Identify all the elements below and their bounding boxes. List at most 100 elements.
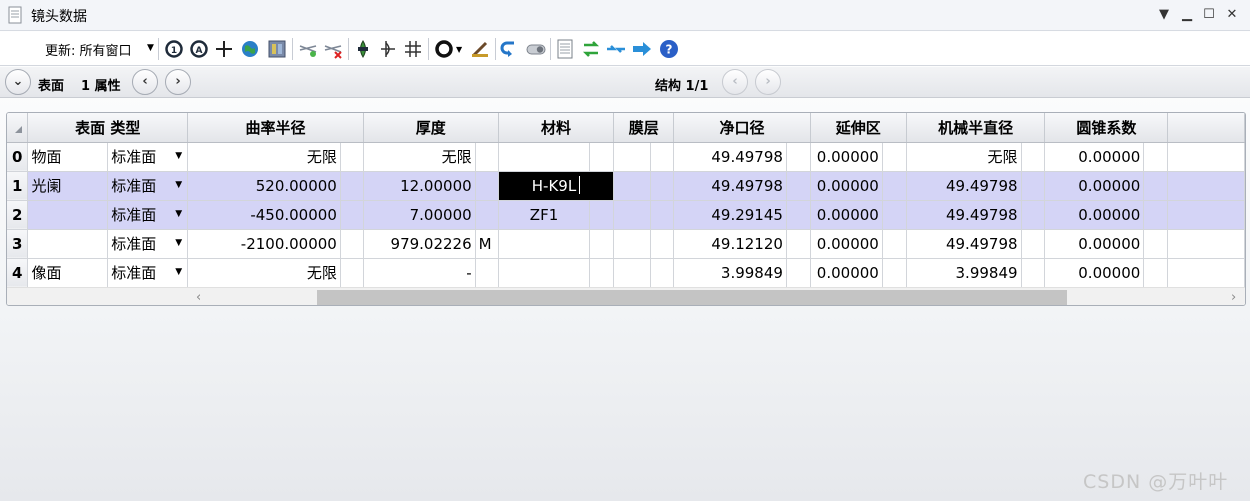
header-surface-type[interactable]: 表面 类型 — [27, 113, 189, 143]
thickness-solve-cell[interactable] — [475, 171, 499, 201]
property-label[interactable]: 1 属性 — [81, 75, 121, 94]
toggle-icon[interactable] — [525, 38, 547, 60]
material-cell[interactable] — [498, 229, 591, 259]
conic-solve-cell[interactable] — [1143, 142, 1169, 172]
clear-semi-dia-cell[interactable]: 49.49798 — [673, 142, 787, 172]
mech-semi-dia-cell[interactable]: 49.49798 — [906, 229, 1022, 259]
chip-zone-cell[interactable]: 0.00000 — [810, 200, 883, 230]
chip-zone-cell[interactable]: 0.00000 — [810, 229, 883, 259]
coating-cell[interactable] — [613, 171, 652, 201]
mech-semi-dia-solve-cell[interactable] — [1021, 258, 1046, 288]
conic-cell[interactable]: 0.00000 — [1044, 258, 1145, 288]
close-button[interactable]: ✕ — [1223, 6, 1241, 24]
header-conic[interactable]: 圆锥系数 — [1044, 113, 1169, 143]
clear-semi-dia-solve-cell[interactable] — [786, 171, 811, 201]
surface-type-cell[interactable]: 标准面 ▼ — [107, 200, 189, 230]
header-clear-semi-dia[interactable]: 净口径 — [673, 113, 811, 143]
chip-zone-solve-cell[interactable] — [882, 200, 907, 230]
prev-property-button[interactable]: ‹ — [132, 69, 158, 95]
thickness-solve-cell[interactable] — [475, 200, 499, 230]
thickness-solve-cell[interactable]: M — [475, 229, 499, 259]
layout-icon[interactable] — [266, 38, 288, 60]
material-cell[interactable] — [498, 142, 591, 172]
mech-semi-dia-solve-cell[interactable] — [1021, 229, 1046, 259]
material-cell[interactable]: ZF1 — [498, 200, 591, 230]
header-coating[interactable]: 膜层 — [613, 113, 675, 143]
next-config-button[interactable]: › — [755, 69, 781, 95]
scroll-left-icon[interactable]: ‹ — [196, 288, 201, 305]
prev-config-button[interactable]: ‹ — [722, 69, 748, 95]
row-number[interactable]: 2 — [7, 200, 29, 230]
mech-semi-dia-cell[interactable]: 49.49798 — [906, 171, 1022, 201]
chevron-down-icon[interactable]: ▼ — [175, 238, 182, 248]
undo-icon[interactable] — [498, 38, 520, 60]
material-cell[interactable] — [498, 258, 591, 288]
header-mech-semi-dia[interactable]: 机械半直径 — [906, 113, 1046, 143]
radius-cell[interactable]: -450.00000 — [187, 200, 341, 230]
thickness-solve-cell[interactable] — [475, 258, 499, 288]
row-number[interactable]: 0 — [7, 142, 29, 172]
refresh-icon[interactable]: 1 — [163, 38, 185, 60]
chevron-down-icon[interactable]: ▼ — [175, 151, 182, 161]
ray-delete-icon[interactable] — [322, 38, 344, 60]
thickness-cell[interactable]: - — [363, 258, 476, 288]
update-dropdown[interactable]: 更新: 所有窗口 — [45, 40, 132, 59]
swap-icon[interactable] — [580, 38, 602, 60]
radius-solve-cell[interactable] — [340, 142, 364, 172]
surface-type-cell[interactable]: 标准面 ▼ — [107, 142, 189, 172]
coating-cell[interactable] — [613, 142, 652, 172]
help-icon[interactable]: ? — [658, 38, 680, 60]
radius-cell[interactable]: 520.00000 — [187, 171, 341, 201]
clear-semi-dia-solve-cell[interactable] — [786, 229, 811, 259]
conic-cell[interactable]: 0.00000 — [1044, 142, 1145, 172]
material-solve-cell[interactable] — [589, 258, 615, 288]
coating-solve-cell[interactable] — [650, 200, 675, 230]
scroll-right-icon[interactable]: › — [1231, 288, 1236, 305]
table-row[interactable]: 2 标准面 ▼ -450.00000 7.00000 ZF1 49.29145 0… — [7, 200, 1245, 230]
radius-solve-cell[interactable] — [340, 229, 364, 259]
globe-icon[interactable] — [239, 38, 261, 60]
merge-icon[interactable] — [605, 38, 627, 60]
mech-semi-dia-cell[interactable]: 3.99849 — [906, 258, 1022, 288]
material-solve-cell[interactable] — [589, 200, 615, 230]
chip-zone-cell[interactable]: 0.00000 — [810, 258, 883, 288]
next-property-button[interactable]: › — [165, 69, 191, 95]
conic-cell[interactable]: 0.00000 — [1044, 171, 1145, 201]
mech-semi-dia-solve-cell[interactable] — [1021, 142, 1046, 172]
scrollbar-thumb[interactable] — [317, 290, 1067, 305]
chevron-down-icon[interactable]: ▼ — [175, 180, 182, 190]
radius-cell[interactable]: -2100.00000 — [187, 229, 341, 259]
chip-zone-cell[interactable]: 0.00000 — [810, 171, 883, 201]
chevron-down-icon[interactable]: ▼ — [175, 209, 182, 219]
lens-split-icon[interactable] — [402, 38, 424, 60]
conic-solve-cell[interactable] — [1143, 258, 1169, 288]
comment-cell[interactable] — [27, 200, 109, 230]
radius-solve-cell[interactable] — [340, 200, 364, 230]
conic-cell[interactable]: 0.00000 — [1044, 229, 1145, 259]
clear-semi-dia-cell[interactable]: 3.99849 — [673, 258, 787, 288]
thickness-cell[interactable]: 7.00000 — [363, 200, 476, 230]
crosshair-icon[interactable] — [213, 38, 235, 60]
header-chip-zone[interactable]: 延伸区 — [810, 113, 907, 143]
lens-tilt-icon[interactable] — [377, 38, 399, 60]
comment-cell[interactable] — [27, 229, 109, 259]
table-row[interactable]: 3 标准面 ▼ -2100.00000 979.02226 M 49.12120 … — [7, 229, 1245, 259]
material-solve-cell[interactable] — [589, 142, 615, 172]
chevron-down-icon[interactable]: ▼ — [147, 43, 154, 53]
document-icon[interactable] — [554, 38, 576, 60]
minimize-button[interactable]: ▁ — [1178, 6, 1196, 24]
header-material[interactable]: 材料 — [498, 113, 615, 143]
clear-semi-dia-cell[interactable]: 49.49798 — [673, 171, 787, 201]
coating-solve-cell[interactable] — [650, 171, 675, 201]
coating-solve-cell[interactable] — [650, 229, 675, 259]
comment-cell[interactable]: 物面 — [27, 142, 109, 172]
coating-cell[interactable] — [613, 200, 652, 230]
thickness-solve-cell[interactable] — [475, 142, 499, 172]
conic-solve-cell[interactable] — [1143, 229, 1169, 259]
mech-semi-dia-solve-cell[interactable] — [1021, 200, 1046, 230]
mech-semi-dia-cell[interactable]: 49.49798 — [906, 200, 1022, 230]
radius-solve-cell[interactable] — [340, 171, 364, 201]
coating-solve-cell[interactable] — [650, 142, 675, 172]
window-menu-chevron-icon[interactable]: ▼ — [1155, 6, 1173, 24]
table-row[interactable]: 0 物面 标准面 ▼ 无限 无限 49.49798 0.00000 无限 0.00… — [7, 142, 1245, 172]
